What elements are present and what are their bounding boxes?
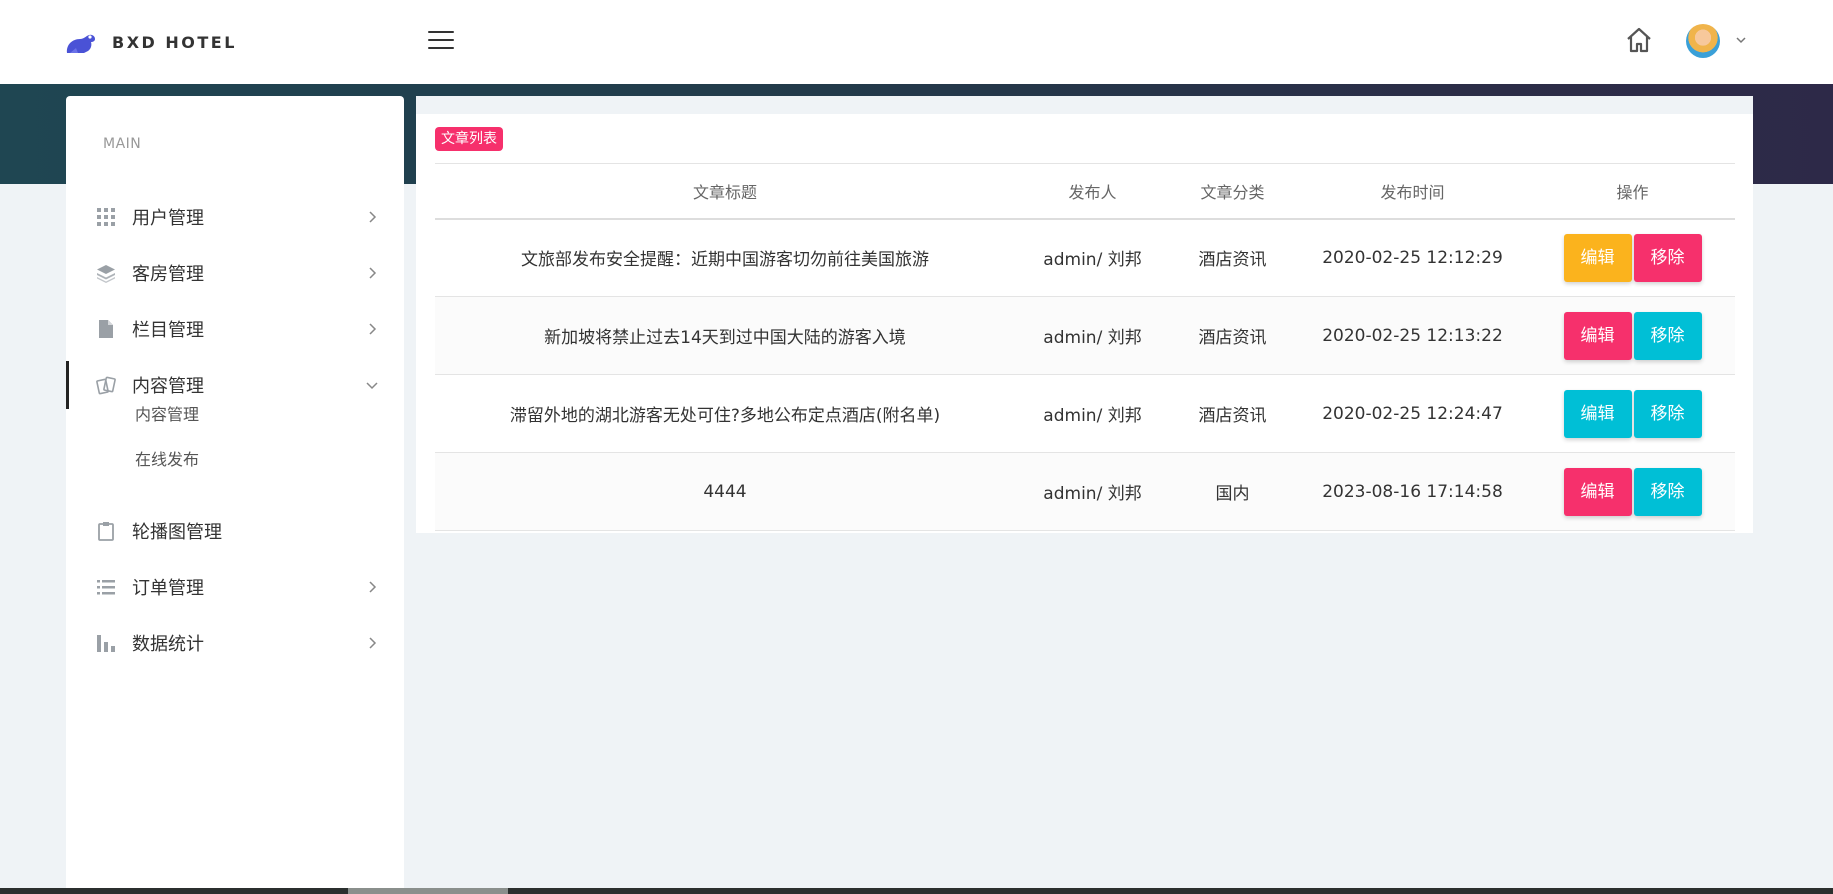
cell-actions: 编辑 移除 — [1530, 296, 1735, 375]
home-icon[interactable] — [1624, 25, 1654, 55]
articles-table: 文章标题 发布人 文章分类 发布时间 操作 文旅部发布安全提醒：近期中国游客切勿… — [435, 163, 1735, 531]
sidebar-item-label: 客房管理 — [132, 264, 204, 285]
bar-chart-icon — [97, 635, 115, 652]
cell-category: 酒店资讯 — [1170, 218, 1295, 297]
cell-title: 新加坡将禁止过去14天到过中国大陆的游客入境 — [435, 296, 1015, 375]
clipboard-icon — [98, 522, 114, 541]
cell-author: admin/ 刘邦 — [1015, 218, 1170, 297]
chevron-down-icon — [366, 382, 378, 390]
sidebar-heading: MAIN — [103, 136, 142, 152]
edit-button[interactable]: 编辑 — [1563, 389, 1632, 438]
avatar[interactable] — [1686, 24, 1720, 58]
grid-icon — [97, 208, 115, 226]
bottom-scrollbar[interactable] — [0, 888, 1833, 894]
sidebar-item-label: 用户管理 — [132, 208, 204, 229]
content-top-strip — [416, 96, 1753, 114]
cell-actions: 编辑 移除 — [1530, 374, 1735, 453]
column-header-title: 文章标题 — [435, 163, 1015, 220]
table-row: 滞留外地的湖北游客无处可住?多地公布定点酒店(附名单) admin/ 刘邦 酒店资讯… — [435, 374, 1735, 453]
cell-category: 酒店资讯 — [1170, 296, 1295, 375]
remove-button[interactable]: 移除 — [1633, 389, 1702, 438]
layers-icon — [97, 265, 115, 283]
chevron-right-icon — [369, 267, 377, 279]
scrollbar-thumb[interactable] — [348, 888, 508, 894]
submenu-item-content-manage[interactable]: 内容管理 — [135, 401, 199, 425]
chevron-right-icon — [369, 637, 377, 649]
top-navbar: BXD HOTEL — [0, 0, 1833, 84]
sidebar-item-label: 数据统计 — [132, 634, 204, 655]
sidebar: MAIN 用户管理 客房管理 栏目管理 内容管理 内容管理 在线发布 轮播图管理… — [66, 96, 404, 894]
remove-button[interactable]: 移除 — [1633, 233, 1702, 282]
edit-button[interactable]: 编辑 — [1563, 233, 1632, 282]
cell-time: 2023-08-16 17:14:58 — [1295, 452, 1530, 531]
column-header-category: 文章分类 — [1170, 163, 1295, 220]
article-list-badge: 文章列表 — [435, 127, 503, 151]
cell-author: admin/ 刘邦 — [1015, 374, 1170, 453]
sidebar-item-content[interactable]: 内容管理 — [66, 361, 404, 409]
sidebar-item-rooms[interactable]: 客房管理 — [66, 249, 404, 297]
cell-time: 2020-02-25 12:24:47 — [1295, 374, 1530, 453]
chevron-right-icon — [369, 581, 377, 593]
cell-time: 2020-02-25 12:13:22 — [1295, 296, 1530, 375]
table-body: 文旅部发布安全提醒：近期中国游客切勿前往美国旅游 admin/ 刘邦 酒店资讯 202… — [435, 218, 1735, 531]
column-header-time: 发布时间 — [1295, 163, 1530, 220]
column-header-actions: 操作 — [1530, 163, 1735, 220]
remove-button[interactable]: 移除 — [1633, 467, 1702, 516]
sidebar-item-users[interactable]: 用户管理 — [66, 193, 404, 241]
sidebar-item-carousel[interactable]: 轮播图管理 — [66, 507, 404, 555]
chevron-right-icon — [369, 323, 377, 335]
list-icon — [97, 580, 115, 595]
sidebar-item-label: 内容管理 — [132, 376, 204, 397]
content-panel: 文章列表 文章标题 发布人 文章分类 发布时间 操作 文旅部发布安全提醒：近期中… — [416, 96, 1753, 533]
cell-category: 酒店资讯 — [1170, 374, 1295, 453]
chevron-down-icon[interactable] — [1735, 35, 1747, 45]
table-row: 新加坡将禁止过去14天到过中国大陆的游客入境 admin/ 刘邦 酒店资讯 2020-… — [435, 296, 1735, 375]
frog-logo-icon — [66, 34, 95, 53]
cell-category: 国内 — [1170, 452, 1295, 531]
cell-title: 4444 — [435, 452, 1015, 531]
file-icon — [99, 320, 113, 338]
cell-author: admin/ 刘邦 — [1015, 452, 1170, 531]
cards-icon — [96, 376, 116, 395]
sidebar-item-label: 订单管理 — [132, 578, 204, 599]
cell-actions: 编辑 移除 — [1530, 452, 1735, 531]
hamburger-icon[interactable] — [428, 28, 454, 52]
chevron-right-icon — [369, 211, 377, 223]
submenu-item-online-publish[interactable]: 在线发布 — [135, 446, 199, 470]
table-header-row: 文章标题 发布人 文章分类 发布时间 操作 — [435, 163, 1735, 220]
sidebar-item-columns[interactable]: 栏目管理 — [66, 305, 404, 353]
table-row: 文旅部发布安全提醒：近期中国游客切勿前往美国旅游 admin/ 刘邦 酒店资讯 202… — [435, 218, 1735, 297]
sidebar-item-orders[interactable]: 订单管理 — [66, 563, 404, 611]
sidebar-item-statistics[interactable]: 数据统计 — [66, 619, 404, 667]
brand-name: BXD HOTEL — [112, 32, 237, 52]
cell-title: 文旅部发布安全提醒：近期中国游客切勿前往美国旅游 — [435, 218, 1015, 297]
cell-actions: 编辑 移除 — [1530, 218, 1735, 297]
sidebar-item-label: 轮播图管理 — [132, 522, 222, 543]
table-row: 4444 admin/ 刘邦 国内 2023-08-16 17:14:58 编辑 移除 — [435, 452, 1735, 531]
remove-button[interactable]: 移除 — [1633, 311, 1702, 360]
edit-button[interactable]: 编辑 — [1563, 467, 1632, 516]
cell-author: admin/ 刘邦 — [1015, 296, 1170, 375]
cell-time: 2020-02-25 12:12:29 — [1295, 218, 1530, 297]
column-header-author: 发布人 — [1015, 163, 1170, 220]
edit-button[interactable]: 编辑 — [1563, 311, 1632, 360]
brand[interactable]: BXD HOTEL — [64, 24, 237, 60]
sidebar-item-label: 栏目管理 — [132, 320, 204, 341]
cell-title: 滞留外地的湖北游客无处可住?多地公布定点酒店(附名单) — [435, 374, 1015, 453]
